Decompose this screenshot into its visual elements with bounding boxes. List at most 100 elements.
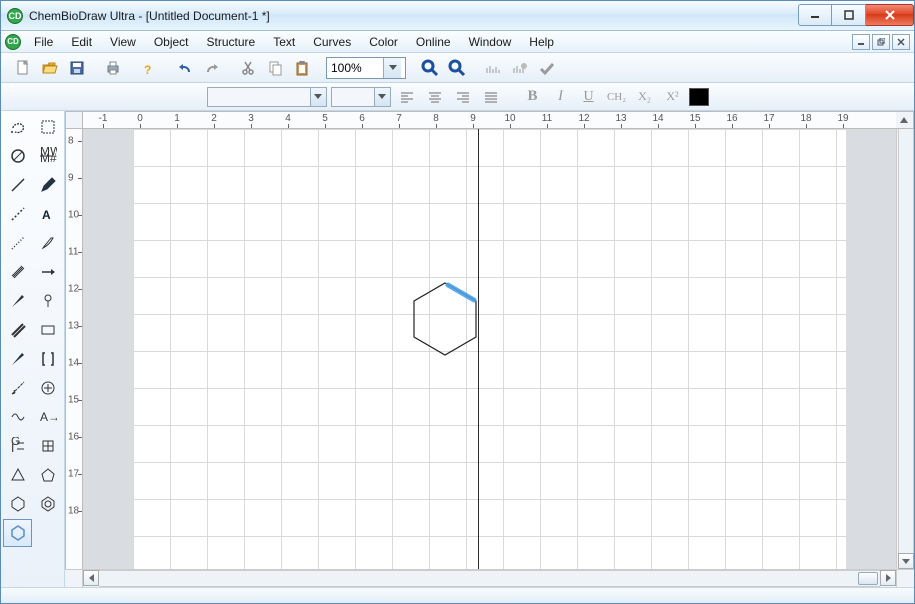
hexagon-icon — [9, 495, 27, 513]
hexagon-shape[interactable] — [408, 279, 482, 359]
font-combo[interactable] — [207, 87, 327, 107]
hscroll-thumb[interactable] — [858, 572, 878, 585]
vertical-scrollbar[interactable] — [896, 129, 914, 569]
tool-cyclohexane-tool[interactable] — [3, 519, 32, 547]
menu-online[interactable]: Online — [407, 32, 460, 52]
tool-mass-fragment[interactable]: MWM# — [33, 142, 62, 170]
hash-bond-icon — [9, 350, 27, 368]
open-button[interactable] — [38, 56, 62, 80]
title-bar: CD ChemBioDraw Ultra - [Untitled Documen… — [1, 1, 914, 31]
tool-wedge-bond[interactable] — [3, 287, 32, 315]
grid-template-icon: A→A — [39, 408, 57, 426]
doc-icon[interactable]: CD — [5, 34, 21, 50]
wedge-bond-icon — [9, 292, 27, 310]
formula-button[interactable]: CH₂ — [605, 86, 629, 108]
cut-button[interactable] — [236, 56, 260, 80]
subscript-button[interactable]: X₂ — [633, 86, 657, 108]
bold-button[interactable]: B — [521, 86, 545, 108]
scroll-right-button[interactable] — [880, 570, 896, 586]
menu-structure[interactable]: Structure — [198, 32, 265, 52]
tool-plus-circle[interactable] — [33, 374, 62, 402]
scroll-left-button[interactable] — [83, 570, 99, 586]
tool-orbital[interactable] — [33, 287, 62, 315]
dashed-bond-icon — [9, 205, 27, 223]
menu-view[interactable]: View — [101, 32, 145, 52]
tool-marquee[interactable] — [33, 113, 62, 141]
tool-triangle[interactable] — [3, 461, 32, 489]
help-button[interactable]: ? — [137, 56, 161, 80]
tool-double-bond[interactable] — [3, 316, 32, 344]
underline-button[interactable]: U — [577, 86, 601, 108]
tool-seq-aa[interactable] — [3, 403, 32, 431]
align-right-button[interactable] — [451, 86, 475, 108]
italic-button[interactable]: I — [549, 86, 573, 108]
tool-arrow[interactable] — [33, 258, 62, 286]
tool-bracket[interactable] — [33, 345, 62, 373]
paste-button[interactable] — [290, 56, 314, 80]
tool-pen[interactable] — [33, 171, 62, 199]
align-left-button[interactable] — [395, 86, 419, 108]
copy-button[interactable] — [263, 56, 287, 80]
mdi-restore-button[interactable] — [872, 34, 890, 50]
zoom-in-button[interactable] — [418, 56, 442, 80]
save-button[interactable] — [65, 56, 89, 80]
clean-structure-button[interactable] — [481, 56, 505, 80]
tool-cyclopentane[interactable] — [33, 461, 62, 489]
tool-seq-gi[interactable]: GI — [3, 432, 32, 460]
close-button[interactable] — [866, 4, 914, 26]
maximize-button[interactable] — [832, 4, 866, 26]
tool-benzene-alt[interactable] — [33, 432, 62, 460]
menu-help[interactable]: Help — [520, 32, 563, 52]
tool-dotted-bond[interactable] — [3, 229, 32, 257]
horizontal-ruler: -1012345678910111213141516171819 — [83, 111, 896, 129]
mdi-close-button[interactable] — [892, 34, 910, 50]
tool-eraser-round[interactable] — [3, 142, 32, 170]
eraser-round-icon — [9, 147, 27, 165]
new-doc-button[interactable] — [11, 56, 35, 80]
undo-button[interactable] — [173, 56, 197, 80]
tool-lasso[interactable] — [3, 113, 32, 141]
scroll-up-button[interactable] — [896, 111, 914, 129]
zoom-input[interactable] — [327, 61, 383, 75]
cyclopentane-icon — [39, 466, 57, 484]
mass-fragment-icon: MWM# — [39, 147, 57, 165]
align-center-button[interactable] — [423, 86, 447, 108]
scroll-down-button[interactable] — [898, 553, 914, 569]
zoom-out-button[interactable] — [445, 56, 469, 80]
minimize-button[interactable] — [798, 4, 832, 26]
tool-grid-template[interactable]: A→A — [33, 403, 62, 431]
menu-edit[interactable]: Edit — [62, 32, 101, 52]
check-structure-button[interactable] — [535, 56, 559, 80]
font-size-combo[interactable] — [331, 87, 391, 107]
seq-aa-icon — [9, 408, 27, 426]
menu-object[interactable]: Object — [145, 32, 198, 52]
zoom-dropdown-arrow[interactable] — [383, 58, 401, 78]
tool-rectangle[interactable] — [33, 316, 62, 344]
menu-curves[interactable]: Curves — [304, 32, 360, 52]
align-justify-button[interactable] — [479, 86, 503, 108]
menu-text[interactable]: Text — [264, 32, 304, 52]
analyze-button[interactable] — [508, 56, 532, 80]
tool-triple-bond[interactable] — [3, 258, 32, 286]
mdi-minimize-button[interactable] — [852, 34, 870, 50]
horizontal-scrollbar[interactable] — [65, 569, 914, 587]
tool-benzene[interactable] — [33, 490, 62, 518]
tool-text[interactable]: A — [33, 200, 62, 228]
print-button[interactable] — [101, 56, 125, 80]
menu-window[interactable]: Window — [460, 32, 521, 52]
menu-file[interactable]: File — [25, 32, 62, 52]
superscript-button[interactable]: X² — [661, 86, 685, 108]
zoom-combo[interactable] — [326, 57, 406, 79]
canvas-viewport[interactable] — [83, 129, 896, 569]
tool-hexagon[interactable] — [3, 490, 32, 518]
tool-bond[interactable] — [3, 171, 32, 199]
workspace: -1012345678910111213141516171819 8910111… — [65, 111, 914, 587]
color-swatch[interactable] — [689, 88, 709, 106]
tool-dashed-bond[interactable] — [3, 200, 32, 228]
marquee-icon — [39, 118, 57, 136]
redo-button[interactable] — [200, 56, 224, 80]
menu-color[interactable]: Color — [360, 32, 407, 52]
tool-wavy-bond[interactable] — [3, 374, 32, 402]
tool-hash-bond[interactable] — [3, 345, 32, 373]
tool-quill[interactable] — [33, 229, 62, 257]
